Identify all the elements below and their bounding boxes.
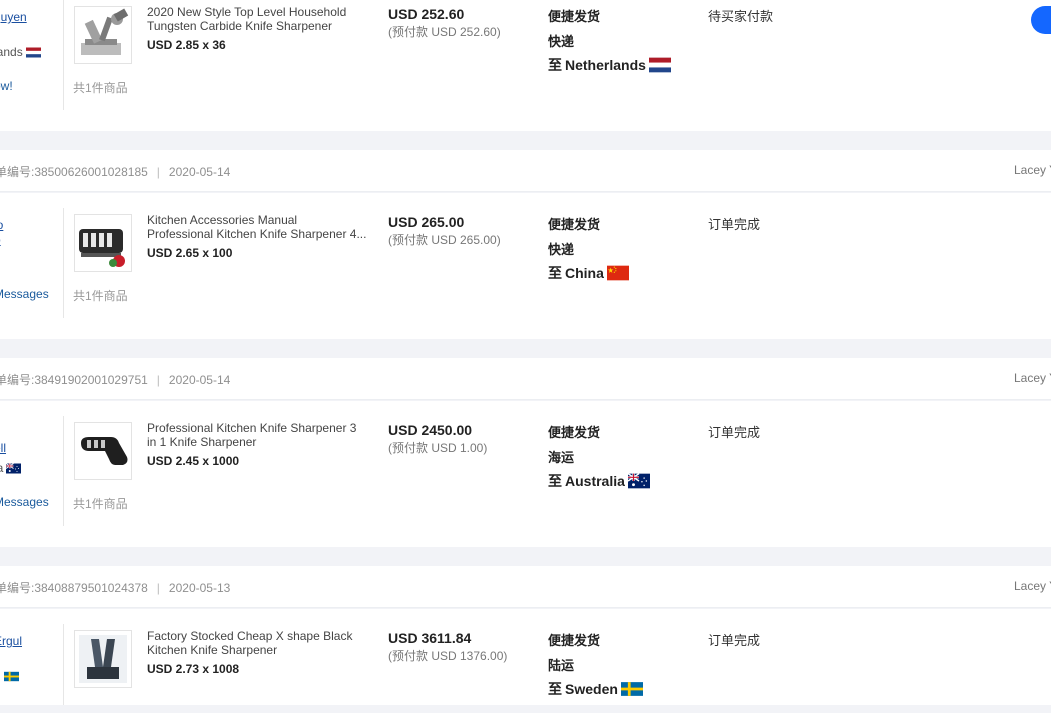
order-action-button[interactable] [1031, 6, 1051, 34]
order-amount: USD 252.60 [388, 6, 465, 22]
seller-name: Lacey Y [1014, 371, 1051, 385]
product-image[interactable] [74, 6, 132, 64]
prepaid-amount: (预付款 USD 265.00) [388, 233, 501, 247]
order-card: io o Messages 共1件商品 Kitchen Accessories … [0, 193, 1051, 339]
buyer-name-link[interactable]: guyen [0, 10, 27, 24]
order-number: 单编号:38408879501024378 [0, 581, 148, 595]
order-date: 2020-05-14 [168, 373, 231, 387]
product-name-link[interactable]: Kitchen Accessories Manual Professional … [147, 213, 375, 241]
china-flag-icon [606, 265, 629, 281]
buyer-name-link[interactable]: ell [0, 441, 6, 455]
prepaid-amount: (预付款 USD 252.60) [388, 25, 501, 39]
buyer-message-link[interactable]: Messages [0, 287, 49, 301]
destination: 至 Netherlands [548, 55, 671, 75]
separator: | [156, 165, 160, 179]
product-name-link[interactable]: Factory Stocked Cheap X shape Black Kitc… [147, 629, 375, 657]
destination: 至 Australia [548, 471, 650, 491]
column-divider [63, 208, 64, 318]
product-price-qty: USD 2.65 x 100 [147, 246, 233, 260]
order-header: 单编号:38500626001028185 | 2020-05-14 Lacey Y [0, 150, 1051, 192]
seller-name: Lacey Y [1014, 579, 1051, 593]
product-price-qty: USD 2.45 x 1000 [147, 454, 240, 468]
sweden-flag-icon [3, 671, 19, 681]
australia-flag-icon [627, 473, 650, 489]
product-image[interactable] [74, 630, 132, 688]
column-divider [63, 0, 64, 110]
buyer-message-link[interactable]: Messages [0, 495, 49, 509]
seller-name: Lacey Y [1014, 163, 1051, 177]
buyer-country: ia [0, 461, 22, 475]
product-price-qty: USD 2.85 x 36 [147, 38, 226, 52]
shipping-type: 便捷发货 [548, 9, 601, 24]
australia-flag-icon [6, 462, 22, 473]
shipping-method: 海运 [548, 450, 575, 465]
column-divider [63, 416, 64, 526]
shipping-method: 陆运 [548, 658, 575, 673]
order-status: 订单完成 [708, 217, 761, 232]
order-header: 单编号:38408879501024378 | 2020-05-13 Lacey Y [0, 566, 1051, 608]
order-date: 2020-05-14 [168, 165, 231, 179]
destination: 至 China [548, 263, 629, 283]
item-count: 共1件商品 [73, 497, 128, 511]
shipping-method: 快递 [548, 242, 575, 257]
order-status: 订单完成 [708, 425, 761, 440]
order-card: guyen lands ow! 共1件商品 2020 New Style Top… [0, 0, 1051, 131]
product-image[interactable] [74, 422, 132, 480]
order-amount: USD 3611.84 [388, 630, 472, 646]
prepaid-amount: (预付款 USD 1376.00) [388, 649, 508, 663]
product-price-qty: USD 2.73 x 1008 [147, 662, 240, 676]
sweden-flag-icon [620, 682, 643, 696]
destination: 至 Sweden [548, 679, 643, 699]
netherlands-flag-icon [648, 57, 671, 73]
order-status: 待买家付款 [708, 9, 774, 24]
buyer-message-link[interactable]: ow! [0, 79, 13, 93]
order-number: 单编号:38491902001029751 [0, 373, 148, 387]
buyer-name-link[interactable]: Ergul [0, 634, 22, 648]
item-count: 共1件商品 [73, 289, 128, 303]
buyer-country: n [0, 669, 19, 683]
separator: | [156, 373, 160, 387]
shipping-type: 便捷发货 [548, 217, 601, 232]
separator: | [156, 581, 160, 595]
netherlands-flag-icon [25, 47, 41, 57]
column-divider [63, 624, 64, 705]
buyer-name-link[interactable]: io [0, 218, 3, 232]
product-name-link[interactable]: Professional Kitchen Knife Sharpener 3 i… [147, 421, 375, 449]
order-status: 订单完成 [708, 633, 761, 648]
shipping-method: 快递 [548, 34, 575, 49]
shipping-type: 便捷发货 [548, 425, 601, 440]
shipping-type: 便捷发货 [548, 633, 601, 648]
order-card: Ergul n Factory Stocked Cheap X shape Bl… [0, 609, 1051, 705]
order-amount: USD 2450.00 [388, 422, 473, 438]
order-amount: USD 265.00 [388, 214, 465, 230]
prepaid-amount: (预付款 USD 1.00) [388, 441, 488, 455]
order-header: 单编号:38491902001029751 | 2020-05-14 Lacey Y [0, 358, 1051, 400]
order-date: 2020-05-13 [168, 581, 231, 595]
item-count: 共1件商品 [73, 81, 128, 95]
order-number: 单编号:38500626001028185 [0, 165, 148, 179]
product-name-link[interactable]: 2020 New Style Top Level Household Tungs… [147, 5, 375, 33]
product-image[interactable] [74, 214, 132, 272]
order-card: ell ia Messages 共1件商品 Professional Kitch… [0, 401, 1051, 547]
buyer-country: lands [0, 45, 41, 59]
buyer-country[interactable]: o [0, 233, 1, 247]
